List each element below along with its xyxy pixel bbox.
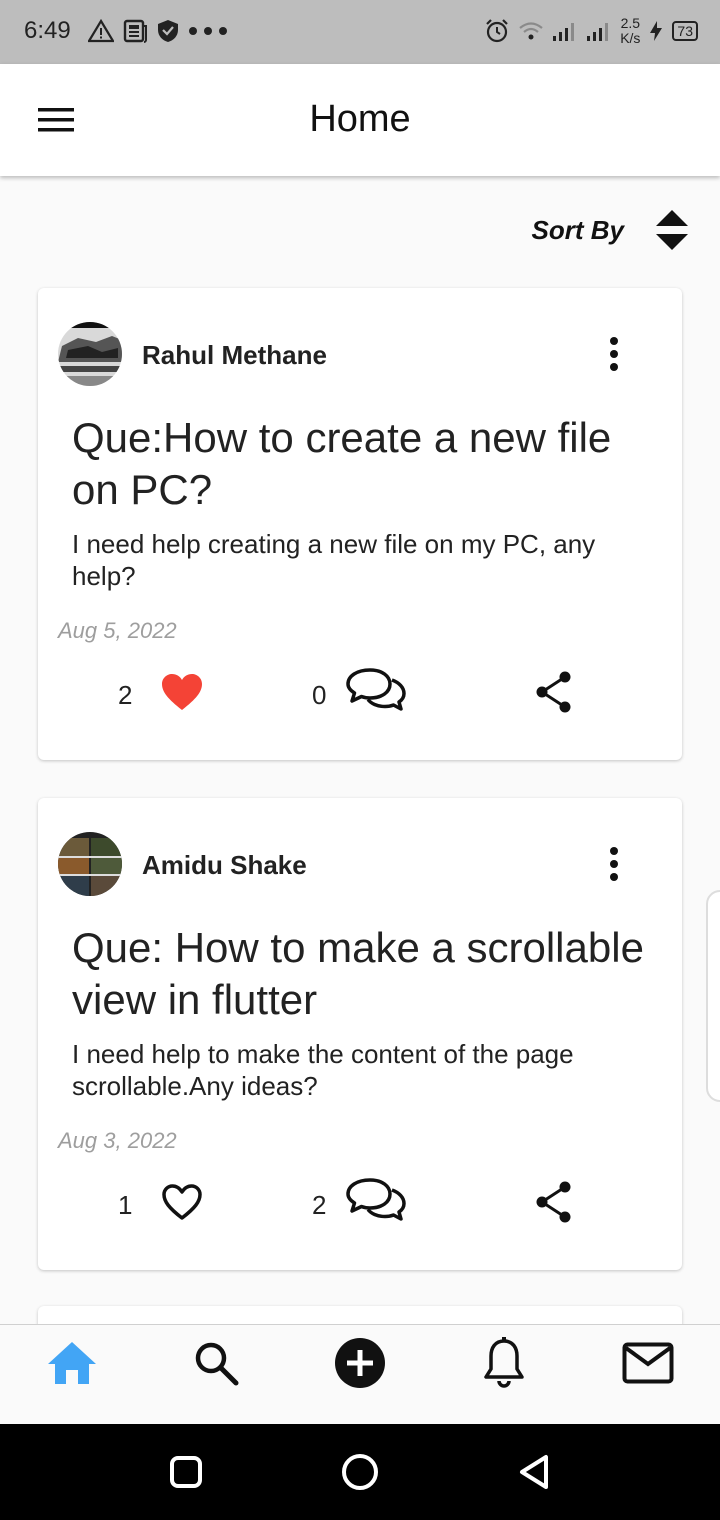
add-circle-icon — [335, 1338, 385, 1388]
question-body: I need help creating a new file on my PC… — [72, 529, 596, 591]
status-time: 6:49 — [24, 17, 71, 44]
like-button[interactable] — [160, 672, 204, 717]
share-button[interactable] — [534, 1180, 574, 1229]
nav-home[interactable] — [44, 1335, 100, 1391]
like-button[interactable] — [160, 1182, 204, 1227]
nav-add-post[interactable] — [332, 1335, 388, 1391]
more-vert-icon — [610, 847, 618, 881]
shield-icon — [158, 20, 178, 42]
post-date: Aug 5, 2022 — [58, 618, 177, 643]
share-button[interactable] — [534, 670, 574, 719]
nav-search[interactable] — [188, 1335, 244, 1391]
comment-button[interactable] — [344, 1176, 408, 1233]
post-card[interactable]: Amidu Shake Que: How to make a scrollabl… — [38, 798, 682, 1270]
charging-icon — [650, 21, 663, 41]
question-title[interactable]: Que:How to create a new file on PC? — [72, 412, 662, 516]
more-options-button[interactable] — [602, 846, 626, 882]
back-button[interactable] — [514, 1452, 554, 1492]
post-actions: 1 2 — [38, 1178, 682, 1228]
comments-icon — [346, 668, 406, 711]
share-icon — [536, 671, 571, 713]
edge-panel-handle[interactable] — [706, 890, 720, 1102]
share-icon — [536, 1181, 571, 1223]
comment-count: 2 — [312, 1190, 327, 1220]
app-bar: Home — [0, 64, 720, 176]
nav-messages[interactable] — [620, 1335, 676, 1391]
comment-count: 0 — [312, 680, 327, 710]
like-count: 2 — [118, 680, 133, 710]
status-left-icons — [88, 18, 228, 44]
net-speed: 2.5 K/s — [620, 15, 641, 46]
sort-button[interactable]: Sort By — [532, 208, 690, 252]
system-navigation-bar — [0, 1424, 720, 1520]
signal-icon-2 — [587, 23, 609, 41]
page-title: Home — [309, 98, 411, 140]
bottom-navigation — [0, 1324, 720, 1424]
warning-icon — [88, 19, 114, 43]
alarm-icon — [486, 19, 508, 43]
question-title[interactable]: Que: How to make a scrollable view in fl… — [72, 922, 662, 1026]
wifi-icon — [519, 22, 543, 40]
more-vert-icon — [610, 337, 618, 371]
post-card[interactable]: Rahul Methane Que:How to create a new fi… — [38, 288, 682, 760]
comment-button[interactable] — [344, 666, 408, 723]
more-notifications-icon — [189, 27, 227, 35]
battery-level: 73 — [672, 21, 698, 41]
heart-outline-icon — [162, 1184, 202, 1220]
status-bar: 6:49 2.5 K/s 73 — [0, 0, 720, 64]
post-date: Aug 3, 2022 — [58, 1128, 177, 1153]
sort-icon — [656, 210, 688, 250]
home-button[interactable] — [340, 1452, 380, 1492]
bell-icon — [484, 1337, 524, 1388]
comments-icon — [346, 1178, 406, 1221]
home-icon — [48, 1342, 96, 1384]
post-actions: 2 0 — [38, 668, 682, 718]
more-options-button[interactable] — [602, 336, 626, 372]
back-triangle-icon — [520, 1455, 548, 1489]
avatar[interactable] — [58, 832, 122, 896]
recents-button[interactable] — [166, 1452, 206, 1492]
news-icon — [123, 19, 147, 43]
status-right-icons: 2.5 K/s 73 — [484, 16, 698, 46]
author-name[interactable]: Rahul Methane — [142, 340, 327, 371]
recents-icon — [170, 1456, 202, 1488]
avatar[interactable] — [58, 322, 122, 386]
author-name[interactable]: Amidu Shake — [142, 850, 307, 881]
signal-icon — [553, 23, 575, 41]
like-count: 1 — [118, 1190, 133, 1220]
search-icon — [195, 1342, 239, 1386]
mail-icon — [622, 1342, 674, 1384]
home-circle-icon — [342, 1454, 378, 1490]
sort-label: Sort By — [531, 214, 624, 245]
question-body: I need help to make the content of the p… — [72, 1039, 574, 1101]
nav-notifications[interactable] — [476, 1335, 532, 1391]
heart-filled-icon — [162, 674, 202, 710]
